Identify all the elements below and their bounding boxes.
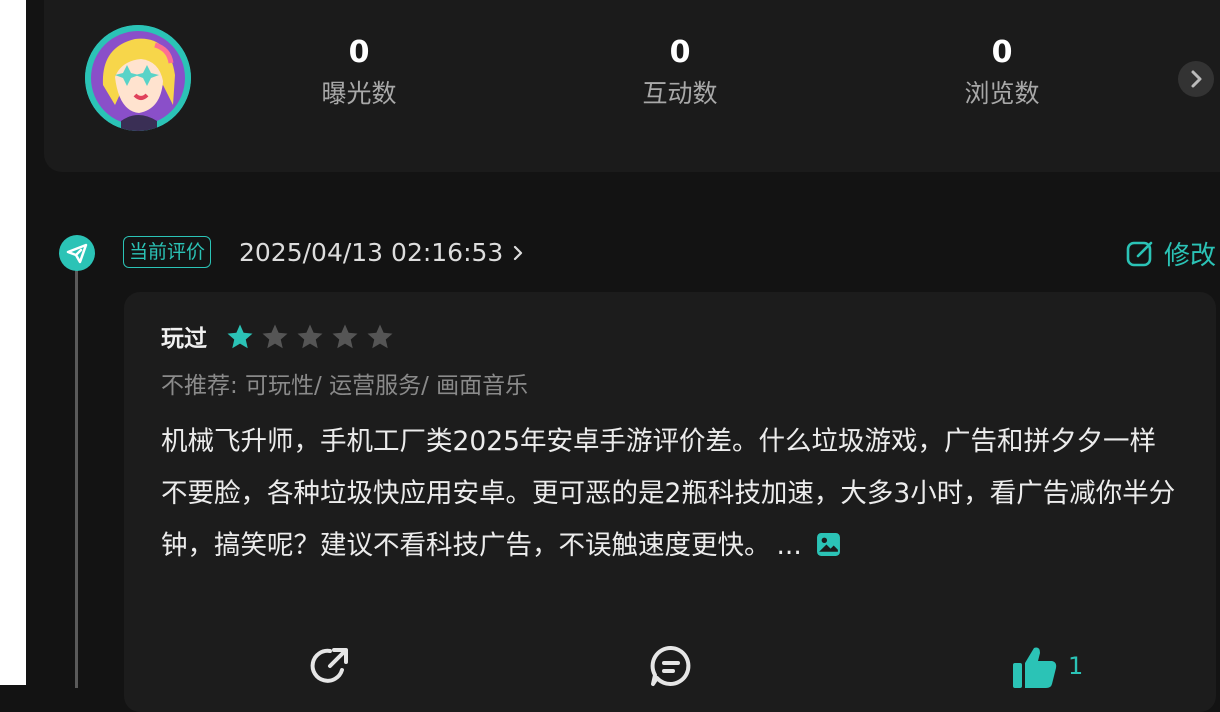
like-count: 1 [1068,652,1084,680]
edit-icon [1126,241,1153,267]
star-icon [227,324,253,349]
review-datetime-link[interactable]: 2025/04/13 02:16:53 [239,234,525,272]
not-recommend-tags: 不推荐: 可玩性/ 运营服务/ 画面音乐 [161,373,529,399]
stats-more-button[interactable] [1178,61,1214,97]
stat-views-value: 0 [991,35,1013,70]
stat-interaction-value: 0 [669,35,691,70]
stat-views: 0 浏览数 [912,32,1092,114]
chevron-right-icon [1191,70,1202,88]
stat-interaction-label: 互动数 [642,79,718,108]
left-edge-strip [0,0,26,685]
stat-exposure-value: 0 [348,35,370,70]
timeline-line [75,268,78,688]
review-body-text: 机械飞升师，手机工厂类2025年安卓手游评价差。什么垃圾游戏，广告和拼夕夕一样不… [161,426,1176,561]
like-button[interactable]: 1 [1010,642,1083,688]
play-status: 玩过 [161,326,207,352]
star-rating [225,322,395,352]
star-icon [367,324,393,349]
stat-interaction: 0 互动数 [590,32,770,114]
review-body[interactable]: 机械飞升师，手机工厂类2025年安卓手游评价差。什么垃圾游戏，广告和拼夕夕一样不… [161,416,1181,572]
stat-views-label: 浏览数 [964,79,1040,108]
timeline-node [59,235,95,271]
review-datetime: 2025/04/13 02:16:53 [239,238,504,267]
comment-button[interactable] [647,642,695,688]
image-icon [816,533,840,556]
share-button[interactable] [306,642,354,688]
send-icon [66,243,88,264]
edit-label: 修改 [1164,240,1217,271]
stat-exposure: 0 曝光数 [269,32,449,114]
chevron-right-icon [514,245,523,261]
comment-icon [650,645,691,686]
stat-exposure-label: 曝光数 [321,79,397,108]
thumbs-up-icon [1013,647,1057,688]
share-icon [310,648,348,683]
current-review-badge: 当前评价 [123,236,212,268]
more-ellipsis: ... [776,530,802,561]
avatar-illustration [85,25,191,131]
user-avatar[interactable] [85,25,191,131]
star-icon [262,324,288,349]
edit-review-button[interactable]: 修改 [1124,234,1216,272]
star-icon [332,324,358,349]
star-icon [297,324,323,349]
